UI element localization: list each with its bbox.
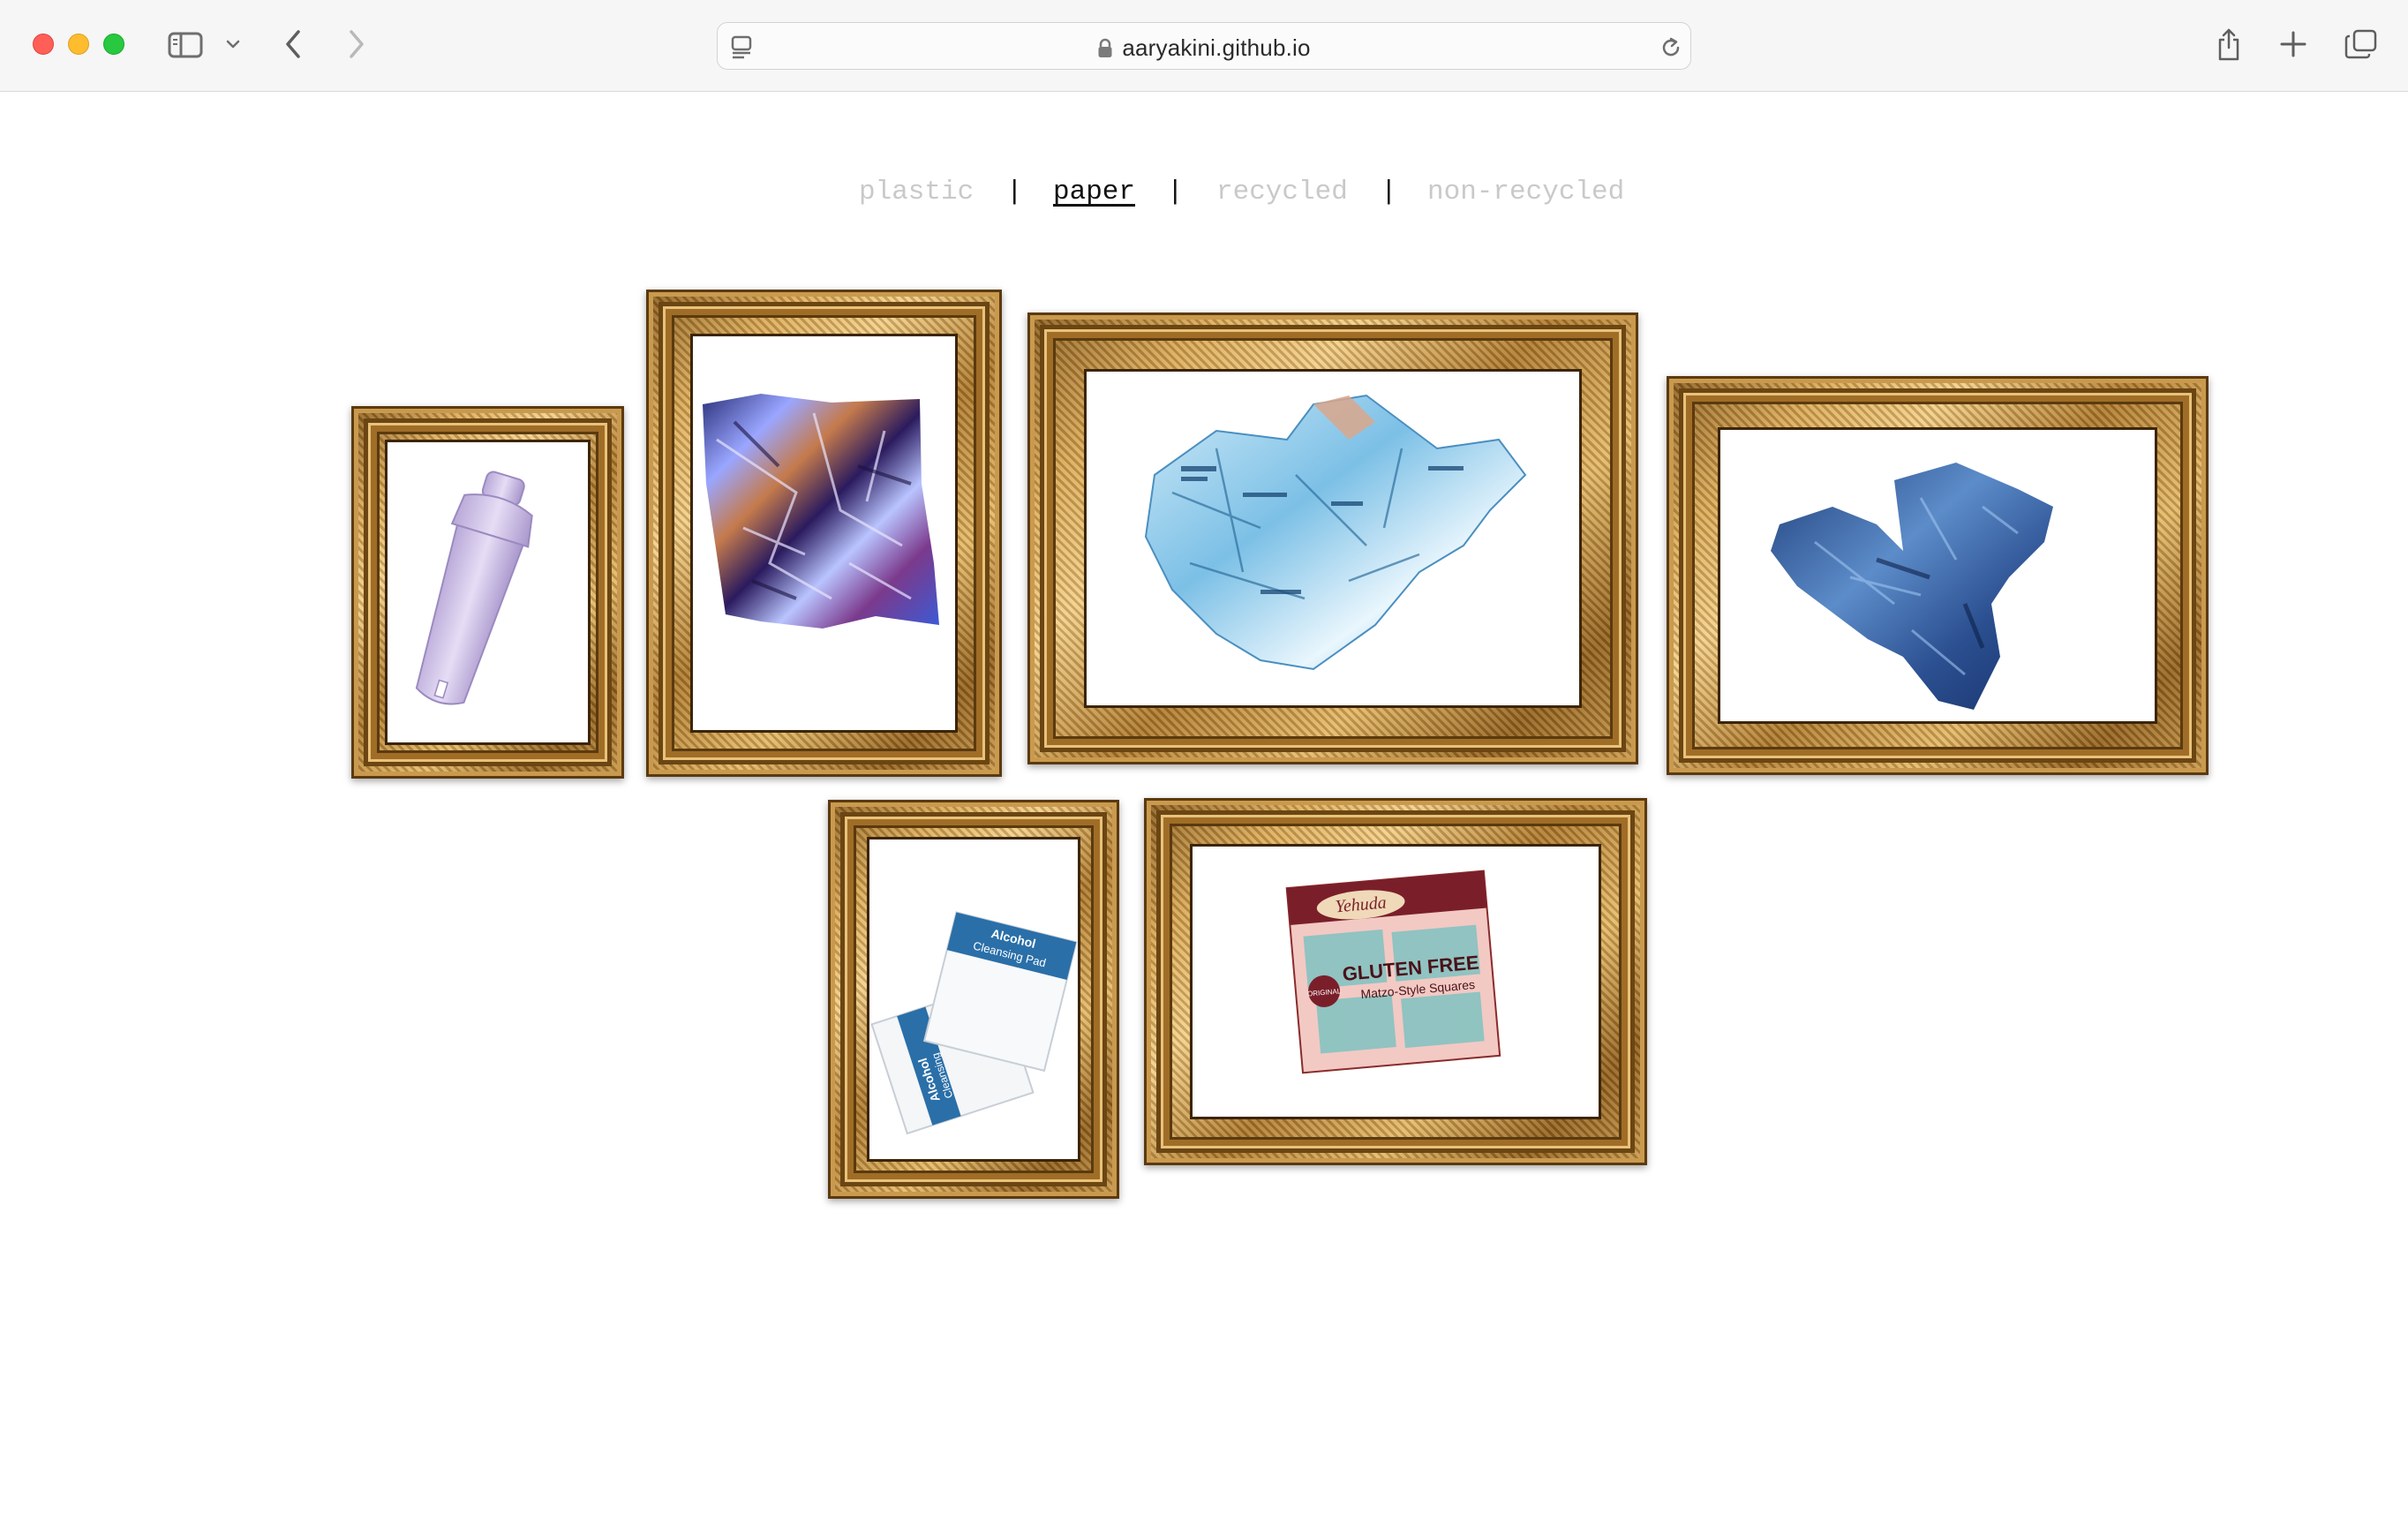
- nav-separator: |: [1006, 177, 1023, 207]
- chevron-down-icon[interactable]: [225, 38, 241, 50]
- nav-recycled[interactable]: recycled: [1216, 177, 1348, 207]
- nav-plastic[interactable]: plastic: [859, 177, 974, 207]
- minimize-window-dot[interactable]: [68, 34, 89, 55]
- crumpled-receipt-paper-image: [1084, 369, 1582, 708]
- nav-paper[interactable]: paper: [1053, 177, 1135, 207]
- forward-icon[interactable]: [346, 28, 367, 60]
- picture-frame[interactable]: [1667, 376, 2209, 775]
- back-icon[interactable]: [282, 28, 304, 60]
- category-nav: plastic | paper | recycled | non-recycle…: [0, 177, 2408, 215]
- lock-icon: [1098, 38, 1112, 57]
- browser-toolbar: aaryakini.github.io: [0, 0, 2408, 92]
- picture-frame[interactable]: [1027, 312, 1638, 764]
- crumpled-blue-cloth-image: [1718, 427, 2157, 724]
- nav-separator: |: [1167, 177, 1184, 207]
- close-window-dot[interactable]: [33, 34, 54, 55]
- matzo-box-image: Yehuda GLUTEN FREE Matzo-Style Squares O…: [1190, 844, 1601, 1119]
- crumpled-foil-wrapper-image: [690, 334, 958, 733]
- address-bar[interactable]: aaryakini.github.io: [717, 22, 1691, 70]
- picture-frame[interactable]: Alcohol Cleansing Alcohol Cleansing Pad: [828, 800, 1119, 1199]
- alcohol-pads-image: Alcohol Cleansing Alcohol Cleansing Pad: [867, 837, 1080, 1162]
- url-text: aaryakini.github.io: [1122, 34, 1311, 61]
- picture-frame[interactable]: [646, 290, 1002, 777]
- sidebar-icon[interactable]: [168, 31, 203, 59]
- maximize-window-dot[interactable]: [103, 34, 124, 55]
- picture-frame[interactable]: Yehuda GLUTEN FREE Matzo-Style Squares O…: [1144, 798, 1647, 1165]
- picture-frame[interactable]: [351, 406, 624, 779]
- share-icon[interactable]: [2216, 26, 2242, 62]
- nav-separator: |: [1381, 177, 1397, 207]
- nav-non-recycled[interactable]: non-recycled: [1427, 177, 1624, 207]
- tabs-overview-icon[interactable]: [2344, 28, 2378, 60]
- water-filter-cartridge-image: [385, 440, 591, 745]
- plus-icon[interactable]: [2279, 30, 2307, 58]
- reload-icon[interactable]: [1659, 35, 1683, 60]
